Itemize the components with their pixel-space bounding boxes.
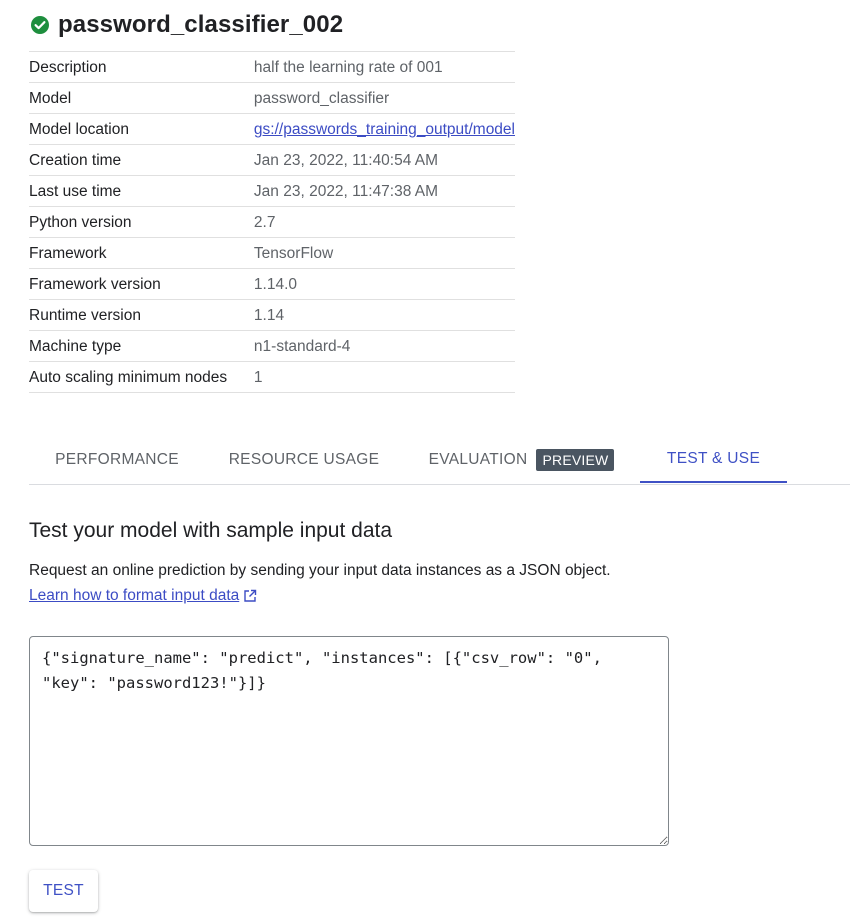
tab-evaluation[interactable]: EVALUATION PREVIEW xyxy=(403,436,640,483)
tab-resource-usage[interactable]: RESOURCE USAGE xyxy=(205,436,403,483)
details-row-model-location: Model location gs://passwords_training_o… xyxy=(29,113,515,145)
external-link-icon xyxy=(243,589,257,603)
details-row-last-use-time: Last use time Jan 23, 2022, 11:47:38 AM xyxy=(29,175,515,207)
details-key: Python version xyxy=(29,214,132,231)
details-key: Runtime version xyxy=(29,307,141,324)
test-button[interactable]: TEST xyxy=(29,870,98,912)
details-row-python-version: Python version 2.7 xyxy=(29,206,515,238)
page-title: password_classifier_002 xyxy=(58,11,344,38)
details-row-runtime-version: Runtime version 1.14 xyxy=(29,299,515,331)
learn-format-link-label: Learn how to format input data xyxy=(29,587,240,604)
model-details-table: Description half the learning rate of 00… xyxy=(29,51,515,393)
title-row: password_classifier_002 xyxy=(30,8,343,42)
details-key: Creation time xyxy=(29,152,122,169)
details-value: 2.7 xyxy=(253,214,276,231)
details-value: Jan 23, 2022, 11:47:38 AM xyxy=(253,183,439,200)
check-circle-icon xyxy=(30,15,50,35)
details-value: gs://passwords_training_output/model xyxy=(254,114,515,145)
details-row-creation-time: Creation time Jan 23, 2022, 11:40:54 AM xyxy=(29,144,515,176)
tab-test-and-use[interactable]: TEST & USE xyxy=(640,436,787,483)
details-value: TensorFlow xyxy=(253,245,334,262)
details-key: Framework version xyxy=(29,276,161,293)
details-value: half the learning rate of 001 xyxy=(253,59,443,76)
section-title: Test your model with sample input data xyxy=(29,519,393,542)
details-value: 1 xyxy=(253,369,263,386)
json-input-textarea[interactable]: {"signature_name": "predict", "instances… xyxy=(29,636,669,846)
tab-performance[interactable]: PERFORMANCE xyxy=(29,436,205,483)
model-location-link[interactable]: gs://passwords_training_output/model xyxy=(254,121,515,138)
details-row-model: Model password_classifier xyxy=(29,82,515,114)
learn-format-link[interactable]: Learn how to format input data xyxy=(29,587,257,605)
details-key: Framework xyxy=(29,245,107,262)
details-key: Model xyxy=(29,90,72,107)
details-value: n1-standard-4 xyxy=(253,338,351,355)
tab-evaluation-label: EVALUATION xyxy=(428,450,528,468)
details-row-framework-version: Framework version 1.14.0 xyxy=(29,268,515,300)
details-key: Last use time xyxy=(29,183,122,200)
details-row-framework: Framework TensorFlow xyxy=(29,237,515,269)
details-key: Machine type xyxy=(29,338,122,355)
details-key: Auto scaling minimum nodes xyxy=(29,369,228,386)
tab-bar: PERFORMANCE RESOURCE USAGE EVALUATION PR… xyxy=(29,436,850,485)
details-key: Description xyxy=(29,59,107,76)
details-value: 1.14 xyxy=(253,307,285,324)
details-row-description: Description half the learning rate of 00… xyxy=(29,51,515,83)
details-row-machine-type: Machine type n1-standard-4 xyxy=(29,330,515,362)
details-row-auto-scaling: Auto scaling minimum nodes 1 xyxy=(29,361,515,393)
details-value: password_classifier xyxy=(253,90,390,107)
details-value: Jan 23, 2022, 11:40:54 AM xyxy=(253,152,439,169)
details-key: Model location xyxy=(29,121,129,138)
preview-badge: PREVIEW xyxy=(536,448,615,471)
section-description: Request an online prediction by sending … xyxy=(29,562,611,579)
details-value: 1.14.0 xyxy=(253,276,298,293)
